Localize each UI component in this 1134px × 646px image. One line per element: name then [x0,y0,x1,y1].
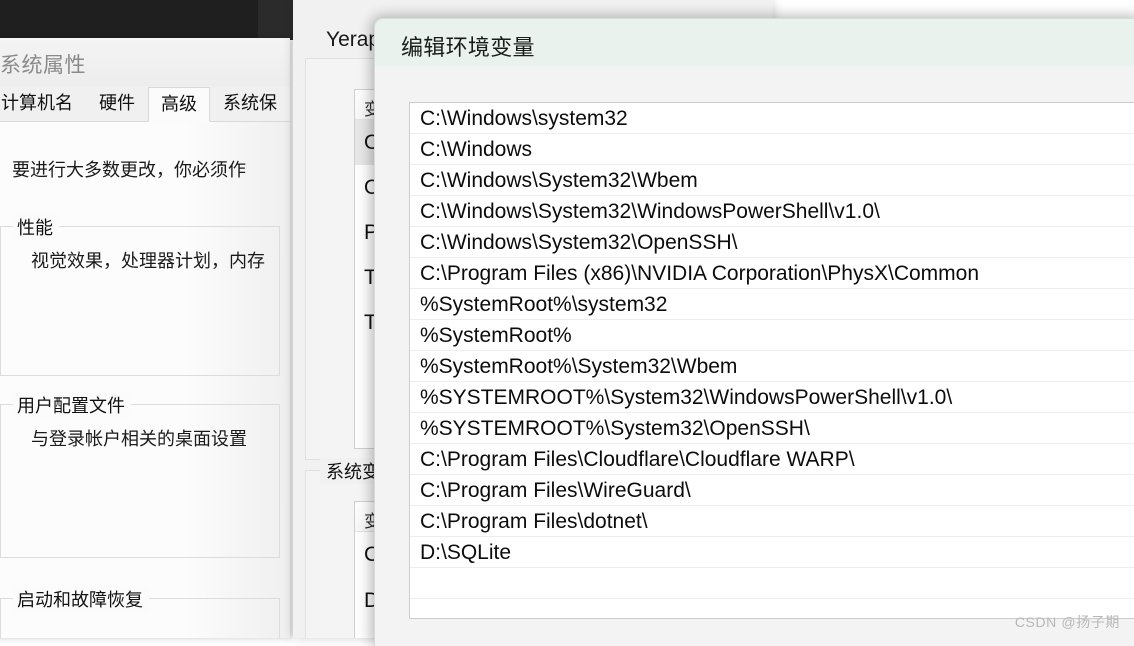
system-properties-titlebar: 系统属性 [0,38,290,86]
path-list-item-empty[interactable] [410,599,1134,618]
system-properties-title: 系统属性 [0,54,86,77]
path-list-item[interactable]: %SYSTEMROOT%\System32\WindowsPowerShell\… [410,382,1134,413]
tab-hardware[interactable]: 硬件 [86,86,148,122]
path-list-item[interactable]: C:\Windows\System32\OpenSSH\ [410,227,1134,258]
startup-recovery-group-legend: 启动和故障恢复 [13,586,149,612]
path-list-item[interactable]: C:\Windows [410,134,1134,165]
performance-group-text: 视觉效果，处理器计划，内存 [31,251,265,271]
environment-variables-title: Yerap [326,28,381,51]
system-properties-body: 要进行大多数更改，你必须作 性能 视觉效果，处理器计划，内存 用户配置文件 与登… [0,122,290,638]
path-list-item[interactable]: %SYSTEMROOT%\System32\OpenSSH\ [410,413,1134,444]
advanced-intro-text: 要进行大多数更改，你必须作 [12,160,246,180]
path-list-item[interactable]: D:\SQLite [410,537,1134,568]
desktop-background: 系统属性 计算机名 硬件 高级 系统保 要进行大多数更改，你必须作 性能 视觉效… [0,0,1134,646]
user-profiles-group: 用户配置文件 与登录帐户相关的桌面设置 [0,392,280,558]
path-list-item[interactable]: C:\Program Files (x86)\NVIDIA Corporatio… [410,258,1134,289]
path-list-item-empty[interactable] [410,568,1134,599]
system-properties-window[interactable]: 系统属性 计算机名 硬件 高级 系统保 要进行大多数更改，你必须作 性能 视觉效… [0,38,290,638]
path-list-item[interactable]: %SystemRoot%\System32\Wbem [410,351,1134,382]
tab-system-protection[interactable]: 系统保 [210,86,290,122]
dark-app-bar [0,0,293,38]
edit-dialog-title: 编辑环境变量 [401,35,535,60]
user-profiles-group-text: 与登录帐户相关的桌面设置 [31,429,247,449]
path-list-item[interactable]: %SystemRoot% [410,320,1134,351]
edit-environment-variable-dialog[interactable]: 编辑环境变量 C:\Windows\system32 C:\Windows C:… [374,18,1134,646]
path-list-item[interactable]: C:\Windows\system32 [410,103,1134,134]
path-entries-list[interactable]: C:\Windows\system32 C:\Windows C:\Window… [409,102,1134,619]
path-list-item[interactable]: C:\Program Files\WireGuard\ [410,475,1134,506]
user-profiles-group-legend: 用户配置文件 [13,392,131,418]
tab-advanced[interactable]: 高级 [148,86,210,122]
path-list-item[interactable]: C:\Program Files\dotnet\ [410,506,1134,537]
edit-dialog-titlebar: 编辑环境变量 [375,19,1134,66]
path-list-item[interactable]: %SystemRoot%\system32 [410,289,1134,320]
startup-recovery-group: 启动和故障恢复 [0,586,280,638]
path-list-item[interactable]: C:\Program Files\Cloudflare\Cloudflare W… [410,444,1134,475]
dark-app-bar-right [258,0,293,40]
tab-computer-name[interactable]: 计算机名 [0,86,86,122]
edit-dialog-body: C:\Windows\system32 C:\Windows C:\Window… [375,66,1134,646]
performance-group: 性能 视觉效果，处理器计划，内存 [0,214,280,376]
system-properties-tabstrip[interactable]: 计算机名 硬件 高级 系统保 [0,86,290,122]
path-list-item[interactable]: C:\Windows\System32\Wbem [410,165,1134,196]
path-list-item[interactable]: C:\Windows\System32\WindowsPowerShell\v1… [410,196,1134,227]
performance-group-legend: 性能 [13,214,59,240]
